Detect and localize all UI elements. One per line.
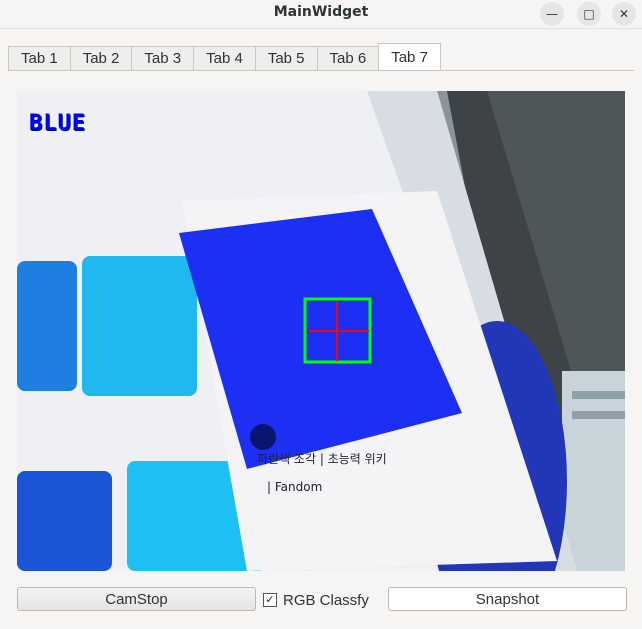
maximize-icon: □ — [583, 7, 595, 21]
rgb-classify-label: RGB Classfy — [283, 591, 369, 609]
main-window: MainWidget — □ ✕ Tab 1 Tab 2 Tab 3 Tab 4… — [0, 0, 642, 629]
tab-2[interactable]: Tab 2 — [69, 46, 133, 70]
tab-3[interactable]: Tab 3 — [131, 46, 195, 70]
tab-7[interactable]: Tab 7 — [378, 43, 441, 70]
control-bar: CamStop ✓ RGB Classfy Snapshot — [17, 587, 627, 613]
close-button[interactable]: ✕ — [612, 2, 636, 26]
title-bar: MainWidget — □ ✕ — [0, 0, 642, 29]
snapshot-button[interactable]: Snapshot — [388, 587, 627, 611]
rgb-classify-checkbox[interactable]: ✓ RGB Classfy — [263, 590, 369, 610]
maximize-button[interactable]: □ — [577, 2, 601, 26]
tab-1[interactable]: Tab 1 — [8, 46, 71, 70]
detected-color-label: BLUE — [29, 111, 86, 136]
svg-text:파란색 조각 | 초능력 위키: 파란색 조각 | 초능력 위키 — [257, 452, 387, 466]
tab-6[interactable]: Tab 6 — [316, 46, 380, 70]
camstop-button[interactable]: CamStop — [17, 587, 256, 611]
checkbox-check-icon[interactable]: ✓ — [263, 593, 277, 607]
tab-pane-border — [8, 70, 634, 71]
tab-4[interactable]: Tab 4 — [193, 46, 256, 70]
camera-feed: 파란색 조각 | 초능력 위키 | Fandom BLUE — [17, 91, 625, 571]
tab-bar: Tab 1 Tab 2 Tab 3 Tab 4 Tab 5 Tab 6 Tab … — [8, 43, 441, 70]
svg-text:| Fandom: | Fandom — [267, 480, 322, 494]
tab-5[interactable]: Tab 5 — [254, 46, 318, 70]
camera-frame-image: 파란색 조각 | 초능력 위키 | Fandom — [17, 91, 625, 571]
minimize-icon: — — [546, 7, 558, 21]
minimize-button[interactable]: — — [540, 2, 564, 26]
close-icon: ✕ — [618, 7, 630, 21]
